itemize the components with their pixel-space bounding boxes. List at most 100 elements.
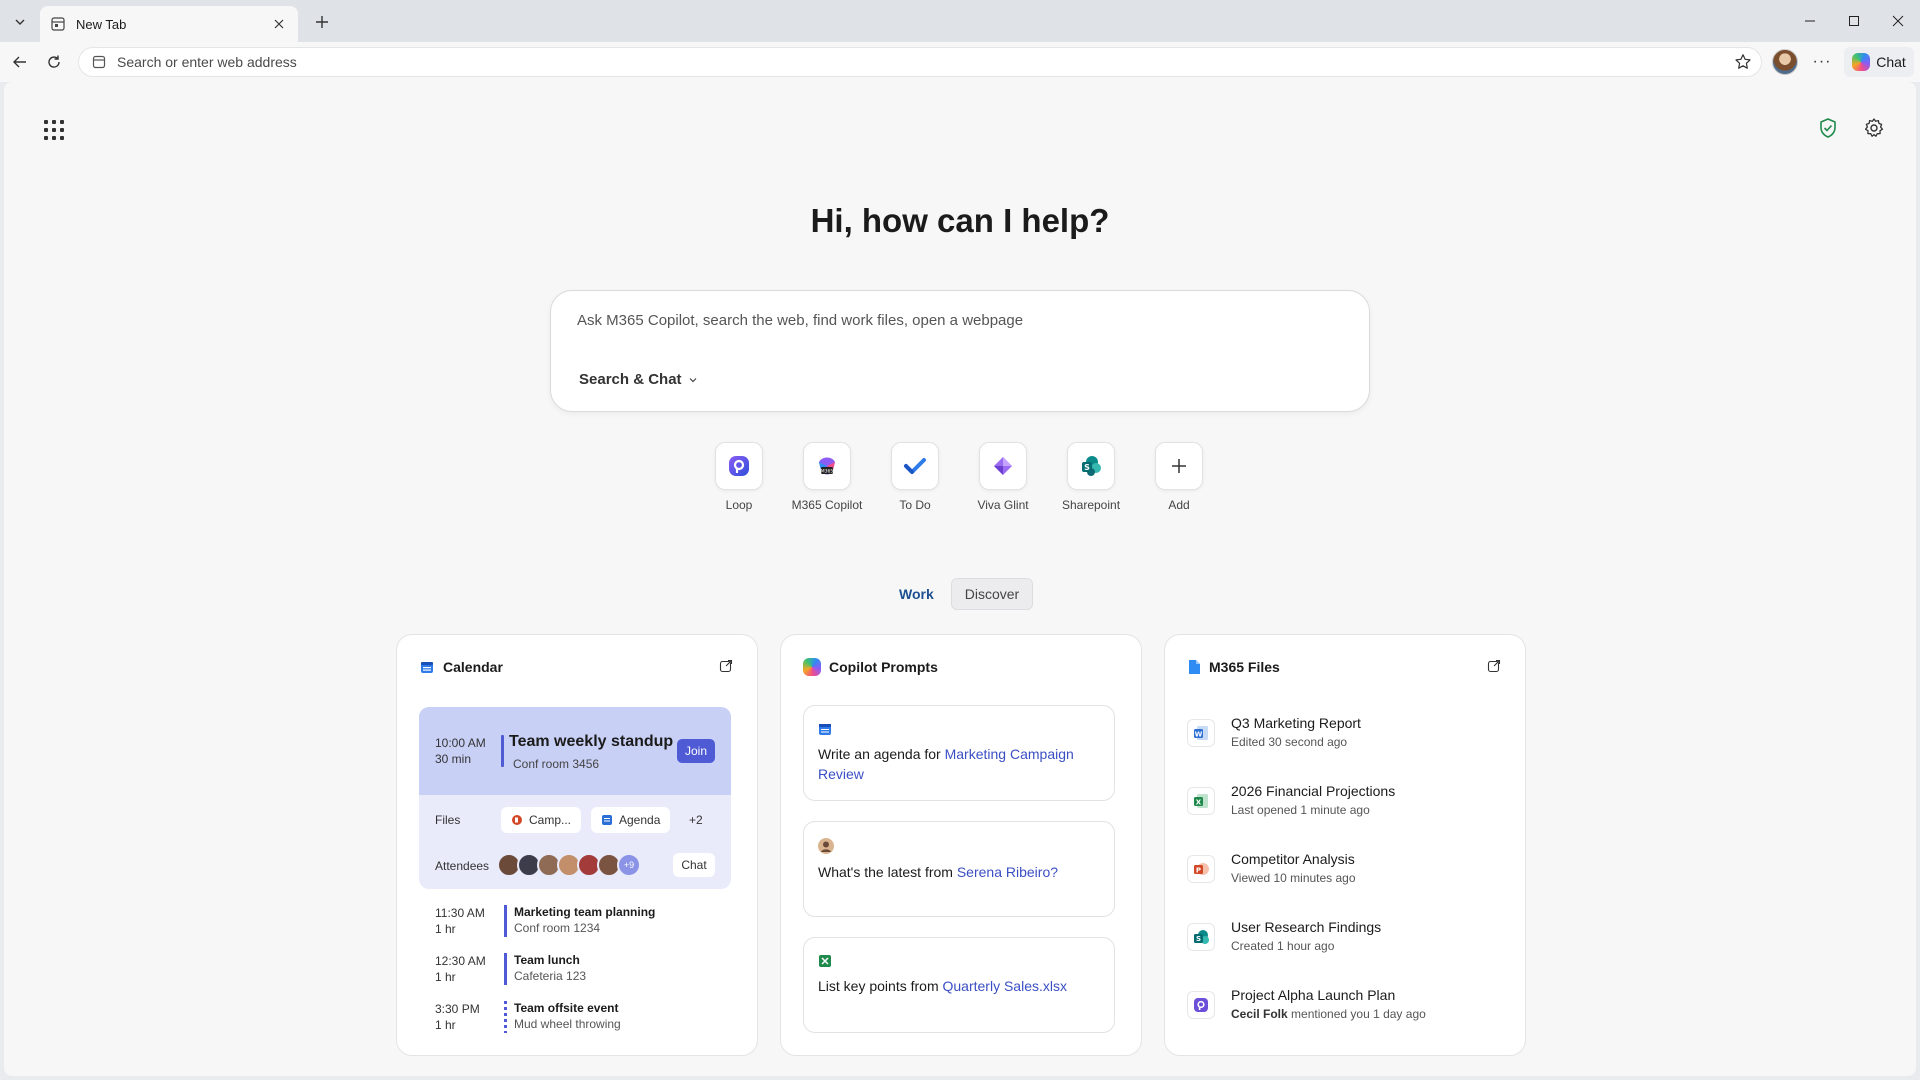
settings-gear-icon[interactable] <box>1858 112 1890 144</box>
browser-toolbar: Search or enter web address ··· Chat <box>0 42 1920 82</box>
more-files-count[interactable]: +2 <box>689 813 703 827</box>
copilot-icon <box>1852 53 1871 71</box>
tab-work[interactable]: Work <box>886 578 947 610</box>
prompt-prefix: Write an agenda for <box>818 746 945 762</box>
file-meta-rest: mentioned you 1 day ago <box>1287 1007 1426 1021</box>
event-chat-button[interactable]: Chat <box>673 853 715 877</box>
favorite-star-icon[interactable] <box>1729 48 1757 76</box>
tab-discover[interactable]: Discover <box>950 578 1034 610</box>
close-window-button[interactable] <box>1876 0 1920 42</box>
feed-tabs: Work Discover <box>886 578 1034 610</box>
event-duration: 1 hr <box>435 1018 456 1032</box>
search-input[interactable] <box>577 305 1337 335</box>
more-options-button[interactable]: ··· <box>1808 48 1836 76</box>
current-event[interactable]: 10:00 AM 30 min Team weekly standup Conf… <box>419 707 731 889</box>
prompt-prefix: What's the latest from <box>818 864 957 880</box>
app-viva-glint[interactable]: Viva Glint <box>977 442 1029 512</box>
maximize-button[interactable] <box>1832 0 1876 42</box>
attendees-label: Attendees <box>435 859 490 873</box>
prompt-link[interactable]: Quarterly Sales.xlsx <box>943 978 1067 994</box>
file-chip-label: Agenda <box>619 813 661 827</box>
calendar-title: Calendar <box>443 659 503 675</box>
file-meta-author: Cecil Folk <box>1231 1007 1288 1021</box>
tab-close-icon[interactable] <box>270 15 288 33</box>
event-location: Cafeteria 123 <box>514 969 587 983</box>
file-name: Q3 Marketing Report <box>1231 715 1361 731</box>
new-tab-button[interactable] <box>308 8 336 36</box>
file-name: Competitor Analysis <box>1231 851 1355 867</box>
prompt-suggestion[interactable]: Write an agenda for Marketing Campaign R… <box>803 705 1115 801</box>
event-file-chip[interactable]: Agenda <box>591 807 671 833</box>
file-chip-label: Camp... <box>529 813 572 827</box>
page-title: Hi, how can I help? <box>810 202 1110 239</box>
back-button[interactable] <box>6 48 34 76</box>
window-controls <box>1788 0 1920 42</box>
event-title: Team weekly standup <box>509 733 674 750</box>
address-bar[interactable]: Search or enter web address <box>78 47 1762 77</box>
refresh-button[interactable] <box>40 48 68 76</box>
calendar-card-header: Calendar <box>419 657 735 677</box>
file-meta: Created 1 hour ago <box>1231 939 1335 953</box>
plus-icon <box>316 16 328 28</box>
search-mode-dropdown[interactable]: Search & Chat <box>573 367 704 392</box>
new-tab-page-icon <box>50 16 66 32</box>
svg-text:X: X <box>1196 798 1202 806</box>
open-external-icon[interactable] <box>1487 659 1503 675</box>
svg-text:W: W <box>1195 730 1203 738</box>
word-doc-icon: W <box>1187 719 1215 747</box>
svg-text:S: S <box>1196 935 1201 943</box>
prompt-suggestion[interactable]: What's the latest from Serena Ribeiro? <box>803 821 1115 917</box>
file-row[interactable]: X 2026 Financial Projections Last opened… <box>1187 779 1499 823</box>
file-row[interactable]: Project Alpha Launch Plan Cecil Folk men… <box>1187 983 1499 1027</box>
tab-strip: New Tab <box>0 0 1920 42</box>
app-sharepoint[interactable]: S Sharepoint <box>1062 442 1120 512</box>
event-location: Conf room 1234 <box>514 921 601 935</box>
tab-new-tab[interactable]: New Tab <box>40 6 298 42</box>
sharepoint-icon: S <box>1067 442 1115 490</box>
app-add[interactable]: Add <box>1155 442 1203 512</box>
chevron-down-icon <box>15 19 25 25</box>
page-info-icon[interactable] <box>91 54 107 70</box>
file-row[interactable]: S User Research Findings Created 1 hour … <box>1187 915 1499 959</box>
shield-check-icon[interactable] <box>1812 112 1844 144</box>
close-icon <box>1892 15 1904 27</box>
app-loop[interactable]: Loop <box>715 442 763 512</box>
event-time: 12:30 AM <box>435 954 486 968</box>
arrow-left-icon <box>13 56 26 68</box>
app-label: To Do <box>899 498 931 512</box>
app-to-do[interactable]: To Do <box>891 442 939 512</box>
calendar-event-row[interactable]: 11:30 AM 1 hr Marketing team planning Co… <box>419 905 731 941</box>
svg-text:S: S <box>1084 463 1090 472</box>
event-color-bar <box>504 905 507 937</box>
open-external-icon[interactable] <box>719 659 735 675</box>
event-color-bar <box>504 1001 507 1033</box>
file-row[interactable]: W Q3 Marketing Report Edited 30 second a… <box>1187 711 1499 755</box>
prompt-suggestion[interactable]: List key points from Quarterly Sales.xls… <box>803 937 1115 1033</box>
file-row[interactable]: P Competitor Analysis Viewed 10 minutes … <box>1187 847 1499 891</box>
svg-text:M365: M365 <box>821 469 834 475</box>
event-title: Marketing team planning <box>514 905 656 919</box>
app-m365-copilot[interactable]: M365 M365 Copilot <box>792 442 862 512</box>
tab-actions-menu-button[interactable] <box>6 8 34 36</box>
minimize-button[interactable] <box>1788 0 1832 42</box>
prompt-link[interactable]: Serena Ribeiro? <box>957 864 1058 880</box>
chat-button-label: Chat <box>1876 54 1906 70</box>
copilot-icon <box>803 658 821 676</box>
app-launcher-icon[interactable] <box>38 114 66 142</box>
copilot-chat-button[interactable]: Chat <box>1844 47 1914 77</box>
file-meta: Cecil Folk mentioned you 1 day ago <box>1231 1007 1426 1021</box>
profile-avatar[interactable] <box>1772 49 1798 75</box>
calendar-card: Calendar 10:00 AM 30 min Team weekly sta… <box>396 634 758 1056</box>
copilot-prompts-card: Copilot Prompts Write an agenda for Mark… <box>780 634 1142 1056</box>
join-button[interactable]: Join <box>677 739 715 763</box>
prompt-text: List key points from Quarterly Sales.xls… <box>818 976 1102 996</box>
attendee-avatars[interactable]: +9 <box>497 853 641 877</box>
event-time: 3:30 PM <box>435 1002 480 1016</box>
powerpoint-doc-icon: P <box>1187 855 1215 883</box>
tab-title: New Tab <box>76 16 127 32</box>
calendar-event-row[interactable]: 12:30 AM 1 hr Team lunch Cafeteria 123 <box>419 953 731 989</box>
refresh-icon <box>48 55 60 68</box>
calendar-event-row[interactable]: 3:30 PM 1 hr Team offsite event Mud whee… <box>419 1001 731 1037</box>
event-file-chip[interactable]: Camp... <box>501 807 582 833</box>
calendar-icon <box>818 722 834 738</box>
